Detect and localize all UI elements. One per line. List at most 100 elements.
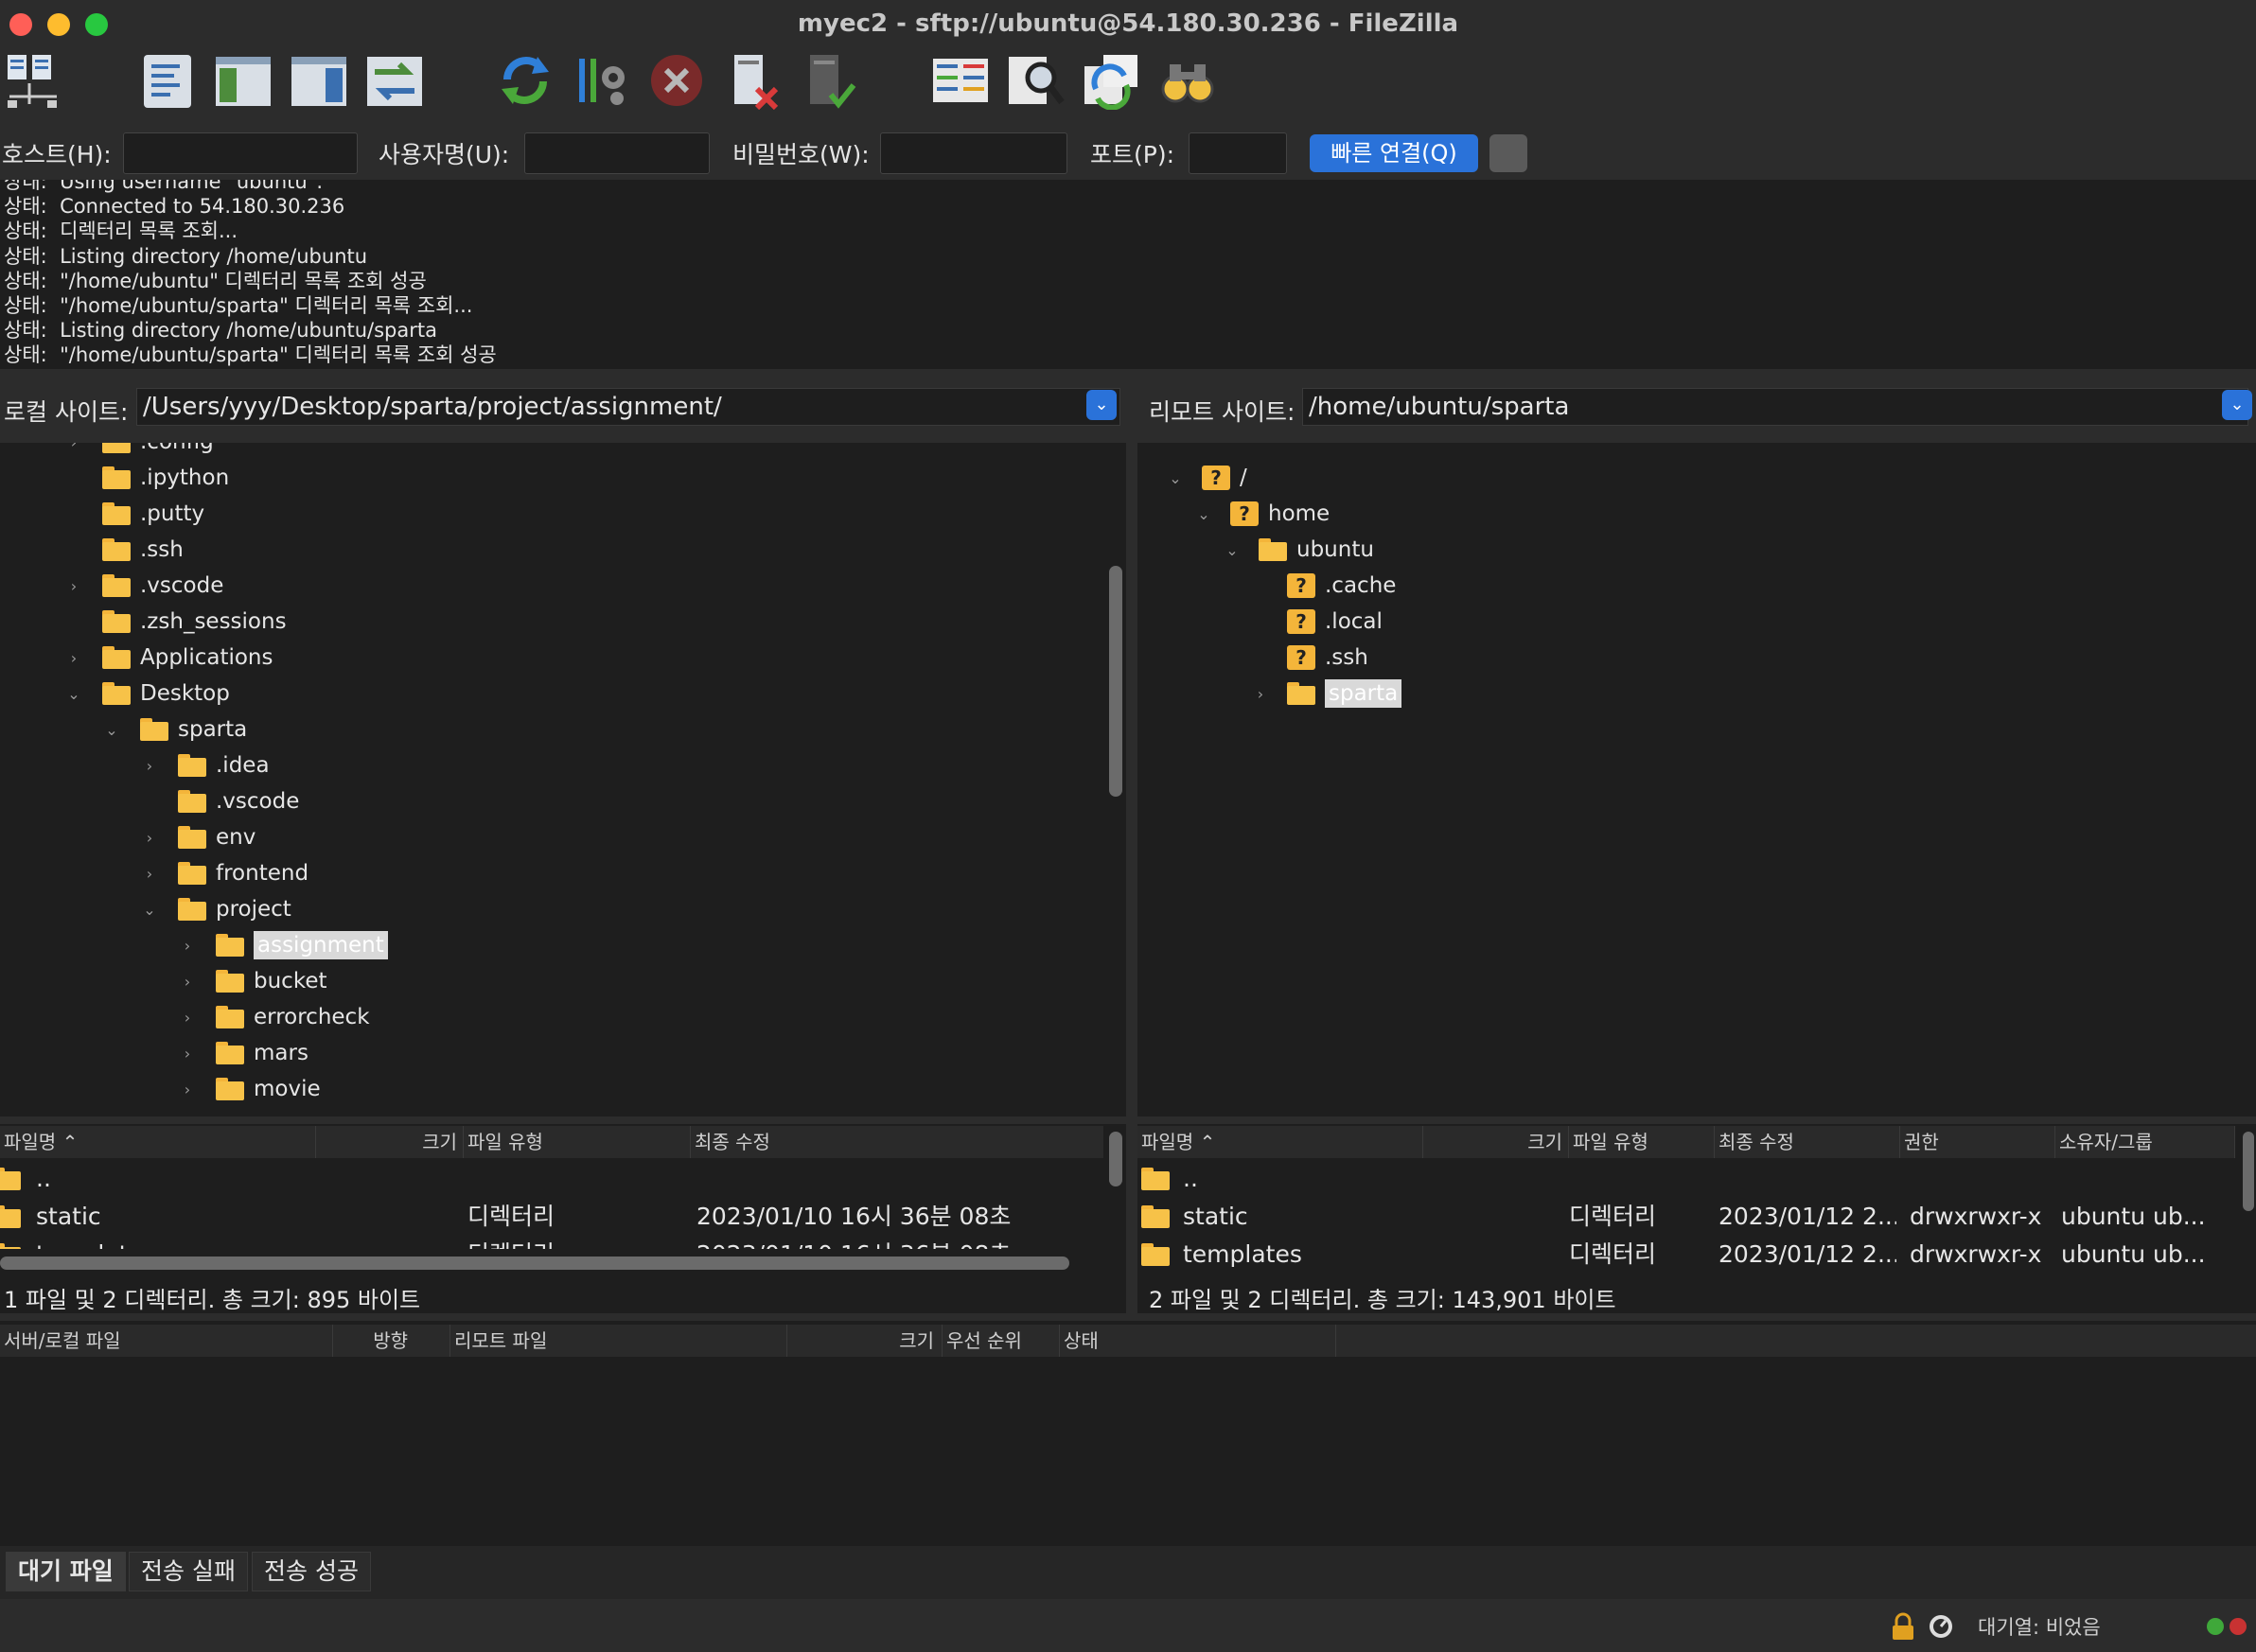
local-tree-item[interactable]: › .vscode [71,568,224,604]
search-icon[interactable] [1005,47,1067,114]
queue-col-file[interactable]: 서버/로컬 파일 [0,1325,333,1357]
local-tree-item[interactable]: .zsh_sessions [102,604,287,640]
local-tree-item[interactable]: ›.config [71,443,214,460]
chevron-right-icon[interactable]: › [178,1008,197,1027]
tab-queued-files[interactable]: 대기 파일 [6,1552,126,1591]
port-input[interactable] [1189,132,1287,174]
tab-failed-transfers[interactable]: 전송 실패 [129,1552,248,1591]
log-splitter[interactable] [0,369,2256,377]
remote-col-modified[interactable]: 최종 수정 [1715,1126,1900,1158]
queue-col-remote[interactable]: 리모트 파일 [450,1325,787,1357]
local-tree-scrollbar[interactable] [1109,566,1122,797]
local-col-modified[interactable]: 최종 수정 [691,1126,1103,1158]
chevron-right-icon[interactable]: › [178,1080,197,1098]
remote-tree-item[interactable]: ⌄? home [1197,496,1330,532]
table-row[interactable]: static 디렉터리 2023/01/10 16시 36분 08초 [0,1198,1103,1236]
quickconnect-button[interactable]: 빠른 연결(Q) [1310,134,1478,172]
queue-col-priority[interactable]: 우선 순위 [943,1325,1060,1357]
pane-splitter[interactable] [1126,377,1137,1313]
local-tree-item[interactable]: ⌄ project [143,891,291,927]
local-col-type[interactable]: 파일 유형 [464,1126,691,1158]
remote-tree-item[interactable]: ? .local [1287,604,1383,640]
chevron-down-icon[interactable]: ⌄ [102,720,121,739]
transfer-queue-icon[interactable] [363,47,426,114]
local-tree-item[interactable]: .ssh [102,532,184,568]
chevron-right-icon[interactable]: › [64,443,83,451]
remote-file-list-vscrollbar[interactable] [2243,1132,2254,1211]
speed-limit-icon[interactable] [1927,1612,1955,1641]
local-tree-item[interactable]: › bucket [185,963,327,999]
chevron-right-icon[interactable]: › [140,828,159,847]
host-input[interactable] [123,132,358,174]
tab-successful-transfers[interactable]: 전송 성공 [252,1552,371,1591]
queue-col-direction[interactable]: 방향 [333,1325,450,1357]
refresh-icon[interactable] [494,47,556,114]
username-input[interactable] [524,132,710,174]
disconnect-icon[interactable] [721,47,784,114]
local-tree-item[interactable]: › movie [185,1071,321,1107]
chevron-right-icon[interactable]: › [178,936,197,955]
chevron-right-icon[interactable]: › [178,1044,197,1063]
remote-col-size[interactable]: 크기 [1423,1126,1569,1158]
local-tree-item[interactable]: ⌄ Desktop [67,676,230,712]
chevron-down-icon[interactable]: ⌄ [1194,504,1213,523]
find-icon[interactable] [1156,47,1219,114]
chevron-right-icon[interactable]: › [178,972,197,991]
queue-splitter[interactable] [0,1313,2256,1321]
compare-icon[interactable] [929,47,992,114]
queue-col-status[interactable]: 상태 [1060,1325,1336,1357]
table-row[interactable]: templates 디렉터리 2023/01/10 16시 36분 08초 [0,1236,1103,1249]
chevron-down-icon[interactable]: ⌄ [64,684,83,703]
remote-tree-item[interactable]: › sparta [1258,676,1402,712]
remote-col-permissions[interactable]: 권한 [1900,1126,2055,1158]
remote-tree-item[interactable]: ? .cache [1287,568,1396,604]
local-col-name[interactable]: 파일명 ⌃ [0,1126,316,1158]
chevron-down-icon[interactable]: ⌄ [140,900,159,919]
remote-col-type[interactable]: 파일 유형 [1569,1126,1715,1158]
table-row[interactable]: .. [1137,1160,2235,1198]
message-log-icon[interactable] [136,47,199,114]
queue-col-size[interactable]: 크기 [787,1325,943,1357]
remote-tree-icon[interactable] [288,47,350,114]
chevron-down-icon[interactable]: ⌄ [1223,540,1242,559]
local-file-list-vscrollbar[interactable] [1109,1132,1122,1186]
remote-col-name[interactable]: 파일명 ⌃ [1137,1126,1423,1158]
chevron-right-icon[interactable]: › [140,756,159,775]
remote-tree-item[interactable]: ? .ssh [1287,640,1368,676]
tree-list-splitter[interactable] [0,1116,2256,1124]
table-row[interactable]: static 디렉터리 2023/01/12 2... drwxrwxr-x ubunt… [1137,1198,2235,1236]
local-tree-item[interactable]: › .idea [147,747,270,783]
chevron-down-icon[interactable]: ⌄ [1166,468,1185,487]
sync-browse-icon[interactable] [1081,47,1143,114]
password-input[interactable] [880,132,1067,174]
local-tree-item[interactable]: › Applications [71,640,273,676]
table-row[interactable]: .. [0,1160,1103,1198]
local-tree-item[interactable]: › errorcheck [185,999,370,1035]
remote-tree-item[interactable]: ⌄? / [1169,460,1247,496]
local-tree-item[interactable]: › assignment [185,927,388,963]
local-tree-item[interactable]: › mars [185,1035,308,1071]
local-path-input[interactable]: /Users/yyy/Desktop/sparta/project/assign… [136,388,1120,426]
local-col-size[interactable]: 크기 [316,1126,464,1158]
quickconnect-history-dropdown[interactable] [1489,134,1527,172]
site-manager-icon[interactable] [2,47,64,114]
cancel-icon[interactable] [645,47,708,114]
remote-path-dropdown[interactable]: ⌄ [2222,390,2252,420]
reconnect-icon[interactable] [797,47,859,114]
chevron-right-icon[interactable]: › [1251,684,1270,703]
local-tree-item[interactable]: › env [147,819,256,855]
local-tree-item[interactable]: .ipython [102,460,229,496]
remote-col-owner[interactable]: 소유자/그룹 [2055,1126,2235,1158]
remote-tree-item[interactable]: ⌄ ubuntu [1225,532,1374,568]
remote-path-input[interactable]: /home/ubuntu/sparta [1302,388,2248,426]
chevron-right-icon[interactable]: › [64,648,83,667]
local-tree-item[interactable]: › frontend [147,855,308,891]
local-tree-item[interactable]: .putty [102,496,204,532]
local-tree-icon[interactable] [212,47,274,114]
table-row[interactable]: templates 디렉터리 2023/01/12 2... drwxrwxr-x ub… [1137,1236,2235,1274]
local-path-dropdown[interactable]: ⌄ [1086,390,1117,420]
local-tree-item[interactable]: ⌄ sparta [105,712,247,747]
chevron-right-icon[interactable]: › [140,864,159,883]
filter-icon[interactable] [570,47,632,114]
chevron-right-icon[interactable]: › [64,576,83,595]
